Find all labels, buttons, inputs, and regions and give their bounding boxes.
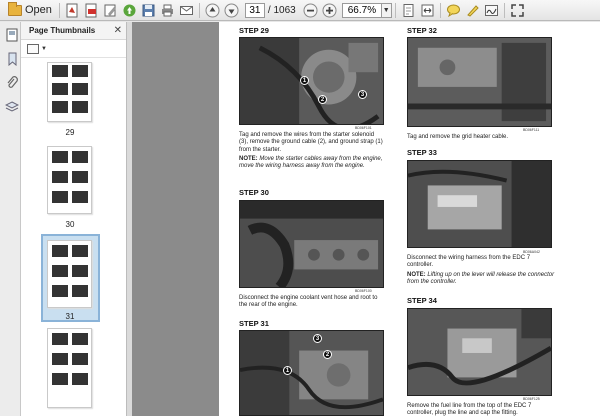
step-photo — [239, 200, 384, 288]
page-thumbnails-icon[interactable] — [3, 26, 20, 43]
step-text: Tag and remove the wires from the starte… — [239, 132, 383, 153]
thumbnail-options[interactable]: ▼ — [21, 40, 126, 58]
photo-code: BD06F101 — [355, 126, 372, 130]
open-label: Open — [25, 4, 52, 16]
edit-icon[interactable] — [102, 2, 119, 19]
thumbnail-label: 29 — [65, 128, 75, 137]
thumbnails-header: Page Thumbnails — [21, 22, 126, 40]
step-photo — [407, 308, 552, 396]
layers-icon[interactable] — [3, 98, 20, 115]
fit-page-icon[interactable] — [400, 2, 417, 19]
step-title: STEP 29 — [239, 26, 269, 35]
step-text: Disconnect the wiring harness from the E… — [407, 255, 531, 269]
pdf-icon[interactable] — [83, 2, 100, 19]
step-title: STEP 34 — [407, 296, 437, 305]
page-number-input[interactable]: 31 — [244, 2, 265, 18]
photo-code: BD06F111 — [523, 128, 540, 132]
open-button[interactable]: Open — [4, 1, 56, 19]
step-photo — [407, 37, 552, 127]
next-page-icon[interactable] — [223, 2, 240, 19]
close-icon[interactable]: ✕ — [114, 25, 122, 36]
thumbnail-label: 30 — [65, 220, 75, 229]
document-page: STEP 29 1 2 3 BD06F101 Tag and remove th… — [219, 22, 600, 416]
note-text: Move the starter cables away from the en… — [239, 156, 383, 170]
highlight-icon[interactable] — [464, 2, 481, 19]
note-label: NOTE: — [239, 156, 258, 162]
expand-icon[interactable] — [509, 2, 526, 19]
callout-marker: 1 — [283, 366, 292, 375]
toolbar-separator — [394, 2, 396, 18]
callout-marker: 1 — [300, 76, 309, 85]
email-icon[interactable] — [178, 2, 195, 19]
folder-icon — [8, 1, 22, 16]
thumbnail-page[interactable] — [47, 328, 92, 408]
callout-marker: 2 — [323, 350, 332, 359]
zoom-out-icon[interactable] — [302, 2, 319, 19]
bookmark-icon[interactable] — [3, 50, 20, 67]
callout-marker: 3 — [313, 334, 322, 343]
step-note: NOTE: Lifting up on the lever will relea… — [407, 272, 557, 287]
navigation-strip — [0, 22, 21, 416]
step-photo — [239, 330, 384, 416]
sign-icon[interactable] — [483, 2, 500, 19]
upload-cloud-icon[interactable] — [121, 2, 138, 19]
main-toolbar: Open 31 / 1063 66.7% ▼ — [0, 0, 600, 21]
zoom-dropdown-icon[interactable]: ▼ — [381, 2, 392, 18]
thumbnail-page[interactable] — [47, 146, 92, 214]
chevron-down-icon: ▼ — [41, 45, 47, 52]
step-text: Remove the fuel line from the top of the… — [407, 403, 532, 416]
previous-page-icon[interactable] — [204, 2, 221, 19]
note-label: NOTE: — [407, 272, 426, 278]
thumbnail-page[interactable] — [47, 62, 92, 122]
toolbar-separator — [439, 2, 441, 18]
photo-code: BD06A042 — [523, 250, 540, 254]
attachment-icon[interactable] — [3, 74, 20, 91]
toolbar-separator — [198, 2, 200, 18]
save-icon[interactable] — [140, 2, 157, 19]
thumbnails-panel: Page Thumbnails ✕ ▼ 29 30 31 — [21, 22, 139, 416]
callout-marker: 2 — [318, 95, 327, 104]
step-title: STEP 32 — [407, 26, 437, 35]
step-photo — [239, 37, 384, 125]
step-text: Disconnect the engine coolant vent hose … — [239, 295, 378, 309]
zoom-level-field[interactable]: 66.7% — [341, 2, 382, 18]
create-pdf-icon[interactable] — [64, 2, 81, 19]
step-photo — [407, 160, 552, 248]
toolbar-separator — [503, 2, 505, 18]
zoom-in-icon[interactable] — [321, 2, 338, 19]
step-title: STEP 30 — [239, 188, 269, 197]
note-text: Lifting up on the lever will release the… — [407, 272, 555, 286]
document-view[interactable]: STEP 29 1 2 3 BD06F101 Tag and remove th… — [132, 22, 600, 416]
thumbnail-page[interactable] — [47, 240, 92, 308]
fit-width-icon[interactable] — [419, 2, 436, 19]
page-count: / 1063 — [267, 4, 296, 16]
options-icon — [27, 43, 39, 54]
photo-code: BD06F125 — [523, 397, 540, 401]
photo-code: BD06F100 — [355, 289, 372, 293]
step-title: STEP 33 — [407, 148, 437, 157]
step-note: NOTE: Move the starter cables away from … — [239, 156, 384, 171]
toolbar-separator — [58, 2, 60, 18]
comment-icon[interactable] — [445, 2, 462, 19]
step-title: STEP 31 — [239, 319, 269, 328]
thumbnail-label: 31 — [65, 312, 75, 321]
step-text: Tag and remove the grid heater cable. — [407, 134, 509, 140]
callout-marker: 3 — [358, 90, 367, 99]
thumbnails-title: Page Thumbnails — [29, 26, 96, 35]
print-icon[interactable] — [159, 2, 176, 19]
